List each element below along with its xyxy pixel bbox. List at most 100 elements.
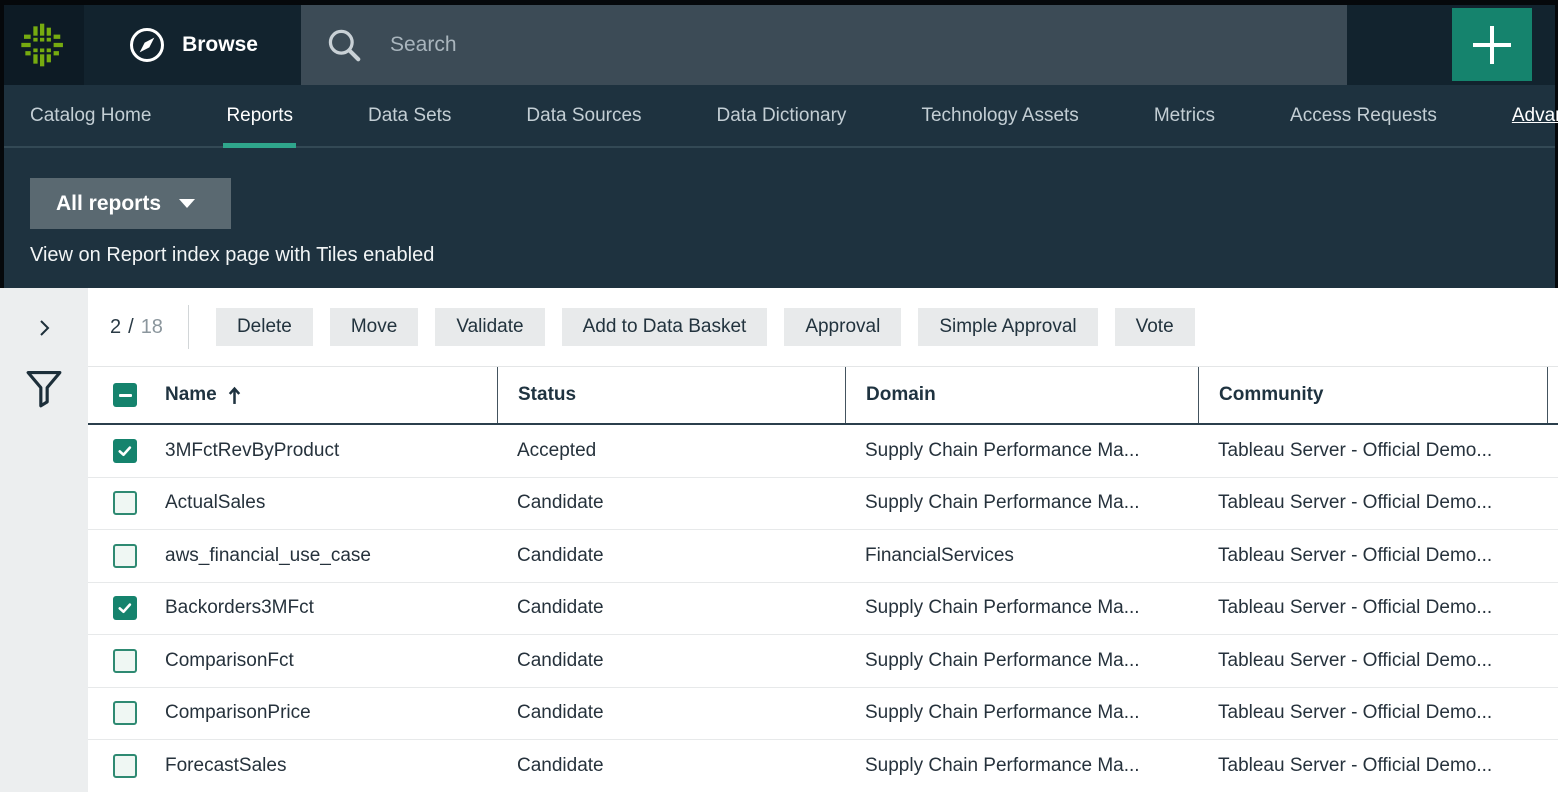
plus-icon bbox=[1473, 26, 1511, 64]
active-tab-underline bbox=[223, 143, 296, 148]
row-checkbox[interactable] bbox=[113, 754, 137, 778]
total-count: 18 bbox=[141, 316, 163, 339]
app-logo-button[interactable] bbox=[4, 5, 84, 85]
row-checkbox[interactable] bbox=[113, 701, 137, 725]
status-cell: Candidate bbox=[497, 650, 845, 672]
move-button[interactable]: Move bbox=[330, 308, 418, 346]
name-cell[interactable]: 3MFctRevByProduct bbox=[165, 440, 497, 462]
tab-advanced[interactable]: Advanced bbox=[1512, 85, 1558, 146]
status-cell: Candidate bbox=[497, 755, 845, 777]
toolbar-divider bbox=[188, 305, 189, 349]
browse-button[interactable]: Browse bbox=[84, 5, 301, 85]
select-all-checkbox[interactable] bbox=[113, 383, 137, 407]
tab-label: Technology Assets bbox=[921, 105, 1078, 127]
tab-label: Data Dictionary bbox=[717, 105, 847, 127]
table-row[interactable]: ComparisonFctCandidateSupply Chain Perfo… bbox=[88, 635, 1558, 688]
report-view-band: All reports View on Report index page wi… bbox=[4, 148, 1555, 288]
name-cell[interactable]: aws_financial_use_case bbox=[165, 545, 497, 567]
column-header-name[interactable]: Name bbox=[165, 367, 497, 423]
approval-button[interactable]: Approval bbox=[784, 308, 901, 346]
status-cell: Accepted bbox=[497, 440, 845, 462]
search-input[interactable] bbox=[390, 33, 1250, 57]
tab-label: Access Requests bbox=[1290, 105, 1437, 127]
name-cell[interactable]: Backorders3MFct bbox=[165, 597, 497, 619]
domain-cell: Supply Chain Performance Ma... bbox=[845, 702, 1198, 724]
table-body: 3MFctRevByProductAcceptedSupply Chain Pe… bbox=[88, 425, 1558, 792]
name-cell[interactable]: ActualSales bbox=[165, 492, 497, 514]
validate-button[interactable]: Validate bbox=[435, 308, 544, 346]
row-checkbox[interactable] bbox=[113, 596, 137, 620]
collibra-logo-icon bbox=[20, 21, 68, 69]
add-to-data-basket-button[interactable]: Add to Data Basket bbox=[562, 308, 768, 346]
tab-access-requests[interactable]: Access Requests bbox=[1290, 85, 1437, 146]
tab-reports[interactable]: Reports bbox=[226, 85, 293, 146]
table-row[interactable]: Backorders3MFctCandidateSupply Chain Per… bbox=[88, 583, 1558, 636]
column-header-status[interactable]: Status bbox=[497, 367, 845, 423]
row-checkbox-cell bbox=[88, 596, 165, 620]
tab-label: Catalog Home bbox=[30, 105, 151, 127]
selected-count: 2 bbox=[110, 316, 121, 339]
sort-asc-icon bbox=[227, 386, 242, 405]
topbar-spacer bbox=[1347, 5, 1452, 85]
domain-header-label: Domain bbox=[866, 384, 936, 406]
catalog-page: Browse Catalog Home Reports Data Sets Data … bbox=[0, 0, 1558, 792]
community-cell: Tableau Server - Official Demo... bbox=[1198, 545, 1548, 567]
toolbar-buttons: Delete Move Validate Add to Data Basket Appr… bbox=[216, 308, 1212, 346]
domain-cell: Supply Chain Performance Ma... bbox=[845, 650, 1198, 672]
expand-panel-button[interactable] bbox=[30, 314, 58, 345]
name-cell[interactable]: ForecastSales bbox=[165, 755, 497, 777]
table-row[interactable]: aws_financial_use_caseCandidateFinancial… bbox=[88, 530, 1558, 583]
status-header-label: Status bbox=[518, 384, 576, 406]
row-checkbox[interactable] bbox=[113, 544, 137, 568]
browse-label: Browse bbox=[182, 33, 258, 57]
name-header-label: Name bbox=[165, 384, 217, 406]
domain-cell: Supply Chain Performance Ma... bbox=[845, 492, 1198, 514]
compass-icon bbox=[127, 25, 167, 65]
filter-button[interactable] bbox=[23, 367, 65, 416]
row-checkbox-cell bbox=[88, 701, 165, 725]
community-header-label: Community bbox=[1219, 384, 1324, 406]
community-cell: Tableau Server - Official Demo... bbox=[1198, 702, 1548, 724]
reports-table: Name Status Domain Community bbox=[88, 366, 1558, 792]
catalog-nav: Catalog Home Reports Data Sets Data Sources… bbox=[4, 85, 1555, 148]
delete-button[interactable]: Delete bbox=[216, 308, 313, 346]
row-checkbox[interactable] bbox=[113, 649, 137, 673]
status-cell: Candidate bbox=[497, 545, 845, 567]
domain-cell: FinancialServices bbox=[845, 545, 1198, 567]
tab-label: Data Sets bbox=[368, 105, 451, 127]
table-row[interactable]: ComparisonPriceCandidateSupply Chain Per… bbox=[88, 688, 1558, 741]
column-header-domain[interactable]: Domain bbox=[845, 367, 1198, 423]
row-checkbox-cell bbox=[88, 754, 165, 778]
tab-technology-assets[interactable]: Technology Assets bbox=[921, 85, 1078, 146]
community-cell: Tableau Server - Official Demo... bbox=[1198, 597, 1548, 619]
row-checkbox[interactable] bbox=[113, 491, 137, 515]
table-row[interactable]: ActualSalesCandidateSupply Chain Perform… bbox=[88, 478, 1558, 531]
tab-data-dictionary[interactable]: Data Dictionary bbox=[717, 85, 847, 146]
status-cell: Candidate bbox=[497, 492, 845, 514]
search-bar bbox=[301, 5, 1347, 85]
vote-button[interactable]: Vote bbox=[1115, 308, 1195, 346]
community-cell: Tableau Server - Official Demo... bbox=[1198, 650, 1548, 672]
tab-data-sources[interactable]: Data Sources bbox=[526, 85, 641, 146]
chevron-down-icon bbox=[179, 199, 195, 208]
check-icon bbox=[116, 599, 134, 617]
simple-approval-button[interactable]: Simple Approval bbox=[918, 308, 1097, 346]
top-bar: Browse bbox=[4, 5, 1555, 85]
add-new-button[interactable] bbox=[1452, 8, 1532, 81]
table-row[interactable]: 3MFctRevByProductAcceptedSupply Chain Pe… bbox=[88, 425, 1558, 478]
all-reports-dropdown[interactable]: All reports bbox=[30, 178, 231, 229]
tab-data-sets[interactable]: Data Sets bbox=[368, 85, 451, 146]
tab-catalog-home[interactable]: Catalog Home bbox=[30, 85, 151, 146]
status-cell: Candidate bbox=[497, 597, 845, 619]
column-header-community[interactable]: Community bbox=[1198, 367, 1548, 423]
table-row[interactable]: ForecastSalesCandidateSupply Chain Perfo… bbox=[88, 740, 1558, 792]
all-reports-label: All reports bbox=[56, 192, 161, 216]
name-cell[interactable]: ComparisonFct bbox=[165, 650, 497, 672]
name-cell[interactable]: ComparisonPrice bbox=[165, 702, 497, 724]
tab-label: Data Sources bbox=[526, 105, 641, 127]
row-checkbox-cell bbox=[88, 491, 165, 515]
tab-metrics[interactable]: Metrics bbox=[1154, 85, 1215, 146]
row-checkbox-cell bbox=[88, 439, 165, 463]
row-checkbox[interactable] bbox=[113, 439, 137, 463]
domain-cell: Supply Chain Performance Ma... bbox=[845, 440, 1198, 462]
